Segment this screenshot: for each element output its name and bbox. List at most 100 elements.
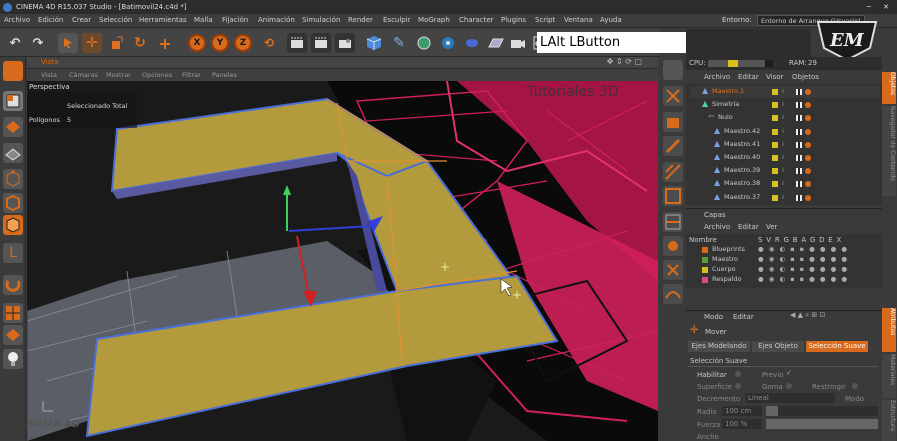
layers-menu-archivo[interactable]: Archivo [704,223,730,231]
world-coords-icon[interactable]: ⟲ [259,33,279,53]
object-row[interactable]: ▲ Maestro.37 ⁞ [690,192,880,204]
restringir-checkbox[interactable] [852,383,858,389]
minimize-button[interactable]: ─ [867,0,871,14]
radio-slider[interactable] [766,406,878,416]
fuerza-input[interactable]: 100 % [722,419,762,429]
layer-toggle-icons[interactable]: ● ◉ ◐ ▪ ▪ ● ● ● ● [758,245,849,253]
visibility-toggle-icon[interactable]: ⁞ [782,127,784,135]
layer-toggle-icons[interactable]: ● ◉ ◐ ▪ ▪ ● ● ● ● [758,255,849,263]
object-name[interactable]: Maestro.38 [724,179,760,187]
layer-color-swatch[interactable] [702,247,708,253]
layer-name[interactable]: Blueprints [712,245,745,253]
polygons-mode-icon[interactable] [3,215,23,235]
side-tab-objetos[interactable]: Objetos [882,72,896,104]
render-region-icon[interactable] [311,33,331,53]
habilitar-checkbox[interactable] [735,371,741,377]
3d-viewport[interactable]: Tutoriales 3D + + Perspectiva Selecciona… [27,81,658,441]
texture-tag-icon[interactable] [796,181,802,188]
undo-icon[interactable]: ↶ [5,33,25,53]
menu-script[interactable]: Script [535,16,555,24]
redo-icon[interactable]: ↷ [28,33,48,53]
material-tag-icon[interactable] [805,115,811,122]
object-name[interactable]: Maestro.37 [724,193,760,201]
object-name[interactable]: Maestro.41 [724,140,760,148]
menu-fijacion[interactable]: Fijación [222,16,248,24]
subdivision-icon[interactable] [414,33,434,53]
superficie-checkbox[interactable] [735,383,741,389]
make-editable-icon[interactable] [3,61,23,81]
visibility-toggle-icon[interactable]: ⁞ [782,100,784,108]
bridge-icon[interactable] [663,186,683,206]
vmenu-camaras[interactable]: Cámaras [69,71,98,79]
spline-pen-icon[interactable]: ✎ [389,33,409,53]
tab-ejes-modelando[interactable]: Ejes Modelando [688,341,750,352]
vmenu-opciones[interactable]: Opciones [142,71,172,79]
grid-snap-icon[interactable] [3,325,23,345]
layer-row[interactable]: Blueprints ● ◉ ◐ ▪ ▪ ● ● ● ● [690,245,880,255]
object-row[interactable]: ▲ Maestro.1 ⁞ [690,86,880,98]
layer-name[interactable]: Maestro [712,255,738,263]
render-settings-icon[interactable] [335,33,355,53]
texture-tag-icon[interactable] [796,89,802,95]
last-tool-icon[interactable]: + [155,33,175,53]
x-axis-lock-icon[interactable]: X [188,34,206,52]
deformer-icon[interactable] [462,33,482,53]
texture-tag-icon[interactable] [796,115,802,122]
object-name[interactable]: Maestro.1 [712,87,744,95]
layer-color-swatch[interactable] [702,277,708,283]
texture-tag-icon[interactable] [796,128,802,135]
workplane-icon[interactable] [3,143,23,163]
menu-ayuda[interactable]: Ayuda [600,16,622,24]
material-tag-icon[interactable] [805,155,811,161]
material-tag-icon[interactable] [805,102,811,109]
side-tab-atributos[interactable]: Atributos [882,308,896,352]
tab-ejes-objeto[interactable]: Ejes Objeto [752,341,804,352]
layer-toggle-icons[interactable]: ● ◉ ◐ ▪ ▪ ● ● ● ● [758,275,849,283]
fuerza-slider[interactable] [766,419,878,429]
attr-nav-icon[interactable]: ◀ ▲ ⌕ ⊞ ⊡ [790,311,825,320]
visibility-toggle-icon[interactable]: ⁞ [782,87,784,95]
menu-seleccion[interactable]: Selección [99,16,132,24]
knife-icon[interactable] [663,136,683,156]
snap-icon[interactable] [3,275,23,295]
material-tag-icon[interactable] [805,168,811,175]
layer-color-swatch[interactable] [772,141,778,148]
layer-name[interactable]: Cuerpo [712,265,735,273]
object-name[interactable]: Simetría [712,100,739,108]
menu-mograph[interactable]: MoGraph [418,16,450,24]
tweak-mode-icon[interactable] [3,303,23,323]
layer-row[interactable]: Maestro ● ◉ ◐ ▪ ▪ ● ● ● ● [690,255,880,265]
vmenu-filtrar[interactable]: Filtrar [182,71,201,79]
live-selection-icon[interactable] [58,33,78,53]
menu-archivo[interactable]: Archivo [4,16,30,24]
loop-cut-icon[interactable] [663,212,683,232]
object-row[interactable]: ⌐ Nulo ⁞ [690,112,880,124]
material-tag-icon[interactable] [805,194,811,201]
edges-mode-icon[interactable] [3,193,23,213]
menu-esculpir[interactable]: Esculpir [383,16,411,24]
side-tab-navegador[interactable]: Navegador de Contenido [882,106,896,196]
model-mode-icon[interactable] [3,91,23,111]
vmenu-mostrar[interactable]: Mostrar [106,71,131,79]
scale-tool-icon[interactable] [106,33,126,53]
layer-color-swatch[interactable] [772,128,778,135]
radio-input[interactable]: 100 cm [722,406,762,416]
layer-row[interactable]: Respaldo ● ◉ ◐ ▪ ▪ ● ● ● ● [690,275,880,285]
texture-tag-icon[interactable] [796,102,802,109]
rotate-tool-icon[interactable]: ↻ [130,33,150,53]
object-name[interactable]: Maestro.40 [724,153,760,161]
vmenu-paneles[interactable]: Paneles [212,71,237,79]
object-name[interactable]: Maestro.42 [724,127,760,135]
floor-icon[interactable] [486,33,506,53]
side-tab-materiales[interactable]: Materiales [882,354,896,398]
attr-menu-editar[interactable]: Editar [733,313,754,321]
viewport-nav-icon[interactable]: ✥ ⇕ ⟳ ▢ [607,57,642,66]
layer-color-swatch[interactable] [702,257,708,263]
close-button[interactable]: ✕ [883,0,889,14]
texture-mode-icon[interactable] [3,117,23,137]
om-menu-archivo[interactable]: Archivo [704,73,730,81]
weld-icon[interactable] [663,236,683,256]
magnet-icon[interactable] [663,260,683,280]
visibility-toggle-icon[interactable]: ⁞ [782,179,784,187]
menu-render[interactable]: Render [348,16,373,24]
